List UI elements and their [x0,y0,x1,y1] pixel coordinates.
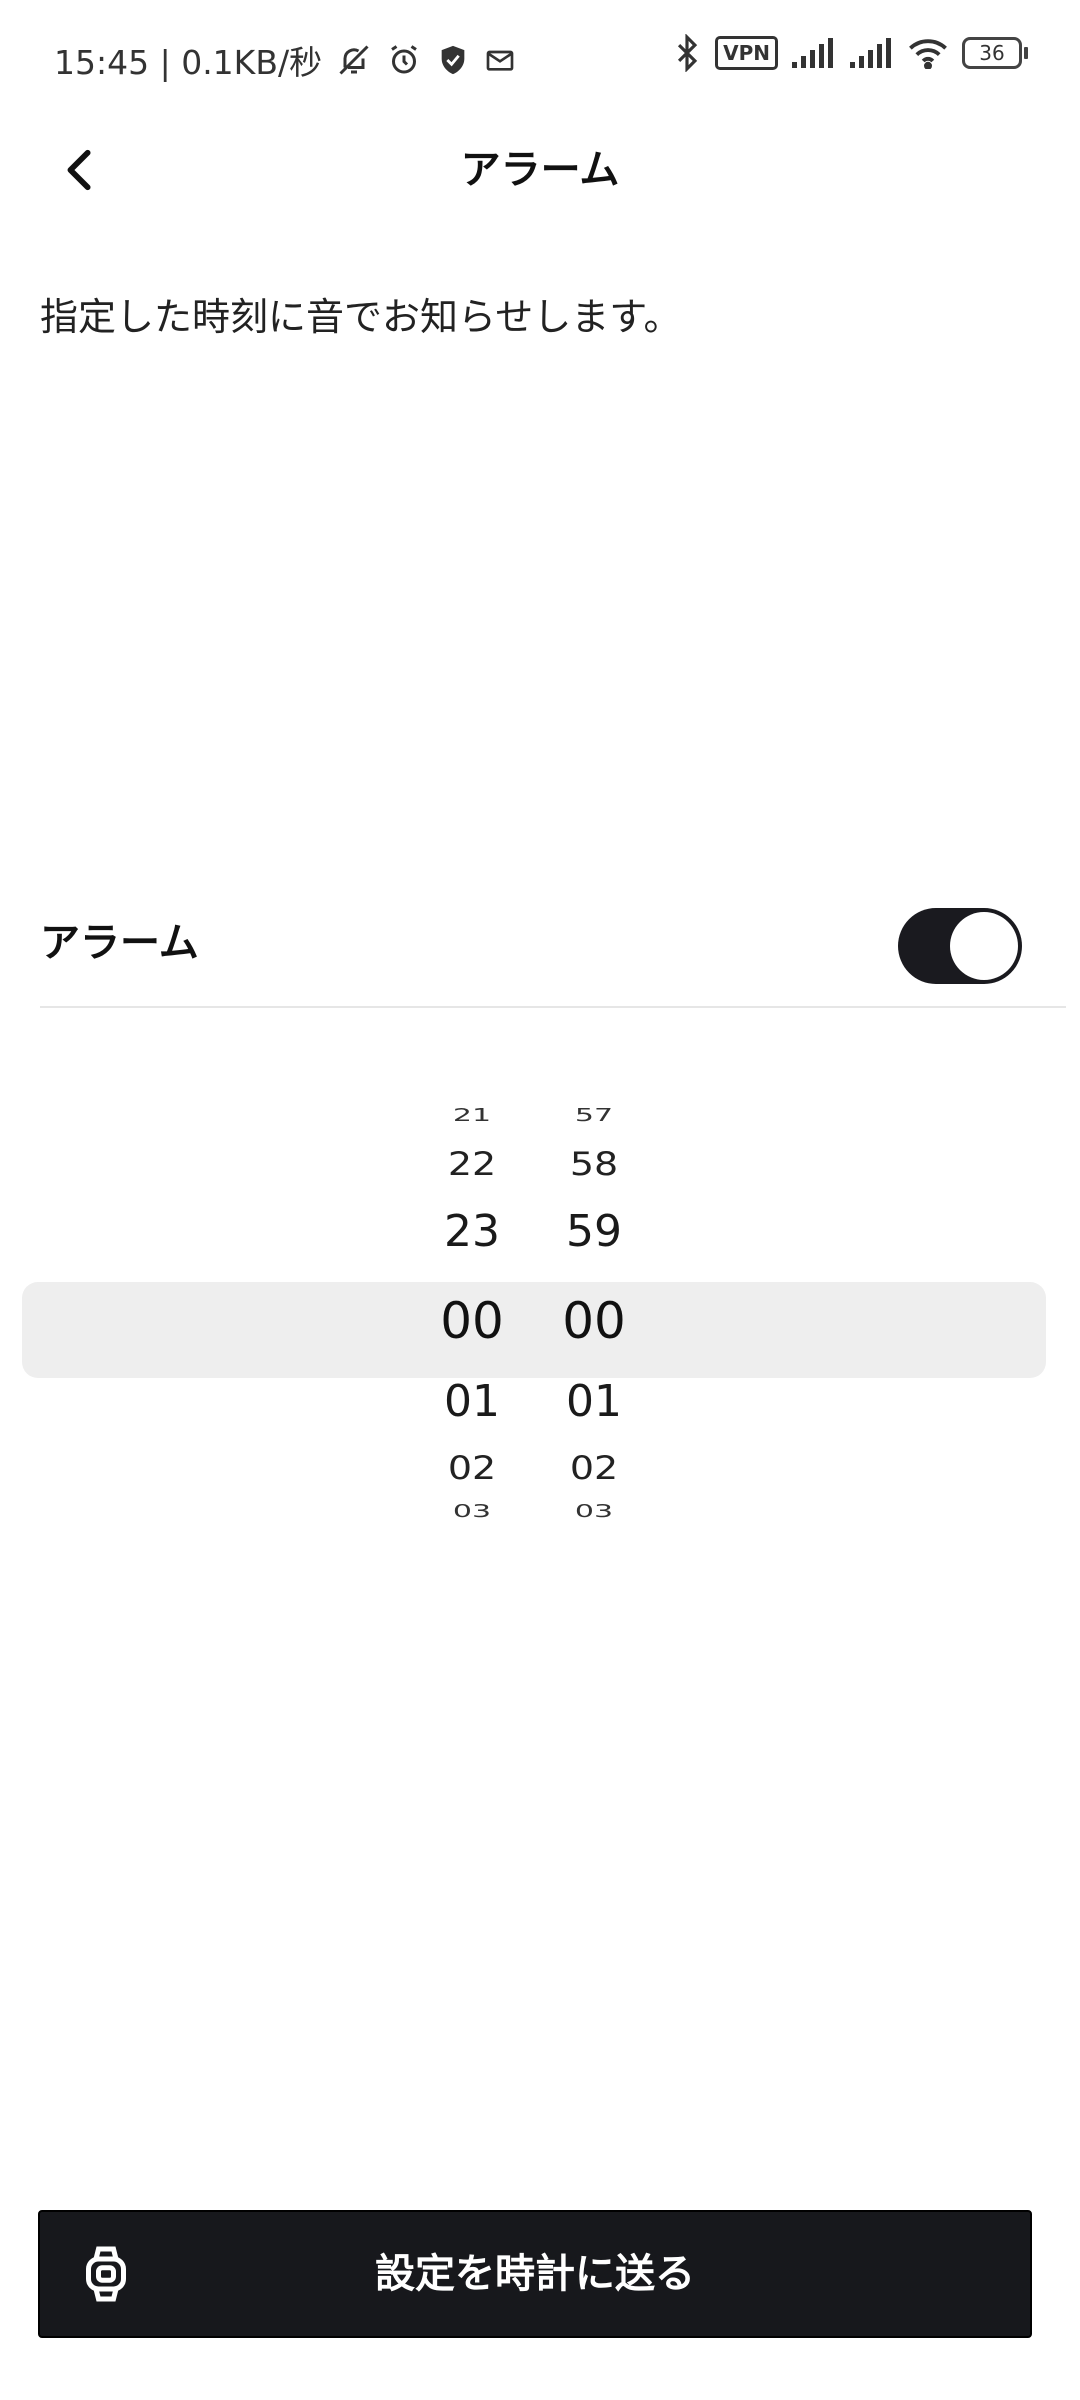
send-button-label: 設定を時計に送る [375,2251,695,2297]
back-button[interactable] [40,130,120,210]
minute-wheel-item[interactable]: 59 [534,1206,654,1257]
minute-wheel-item[interactable]: 02 [534,1449,654,1486]
chevron-left-icon [67,149,91,191]
page-title: アラーム [460,147,620,193]
mail-icon [486,50,514,71]
battery-indicator: 36 [962,37,1028,69]
status-right: VPN 36 [673,34,1028,72]
status-left: 15:45 | 0.1KB/秒 [54,36,516,84]
send-to-watch-button[interactable]: 設定を時計に送る [38,2210,1032,2338]
minute-wheel-item[interactable]: 03 [534,1501,654,1522]
hour-wheel-item[interactable]: 23 [412,1206,532,1257]
battery-level: 36 [962,37,1022,69]
status-time-speed: 15:45 | 0.1KB/秒 [54,43,323,82]
description-text: 指定した時刻に音でお知らせします。 [40,295,682,339]
alarm-clock-icon [391,45,417,74]
hour-wheel-item[interactable]: 03 [412,1501,532,1522]
toggle-knob [950,912,1018,980]
wifi-icon [909,39,947,69]
minute-selected[interactable]: 00 [534,1292,654,1350]
alarm-toggle[interactable] [898,908,1022,984]
alarm-toggle-label: アラーム [40,920,199,966]
battery-tip [1024,47,1028,59]
hour-wheel-item[interactable]: 22 [412,1145,532,1182]
hour-wheel-item[interactable]: 02 [412,1449,532,1486]
bluetooth-icon [678,34,698,72]
vpn-badge: VPN [715,36,778,70]
minute-wheel-item[interactable]: 57 [534,1105,654,1126]
mute-bell-icon [339,45,369,75]
divider [40,1006,1066,1008]
signal-icon [792,38,833,68]
hour-selected[interactable]: 00 [412,1292,532,1350]
hour-wheel-item[interactable]: 21 [412,1105,532,1126]
signal-icon-2 [850,38,891,68]
shield-icon [441,45,465,75]
status-bar: 15:45 | 0.1KB/秒 VPN 36 [0,0,1080,120]
minute-wheel-item[interactable]: 01 [534,1376,654,1427]
minute-wheel-item[interactable]: 58 [534,1145,654,1182]
hour-wheel-item[interactable]: 01 [412,1376,532,1427]
